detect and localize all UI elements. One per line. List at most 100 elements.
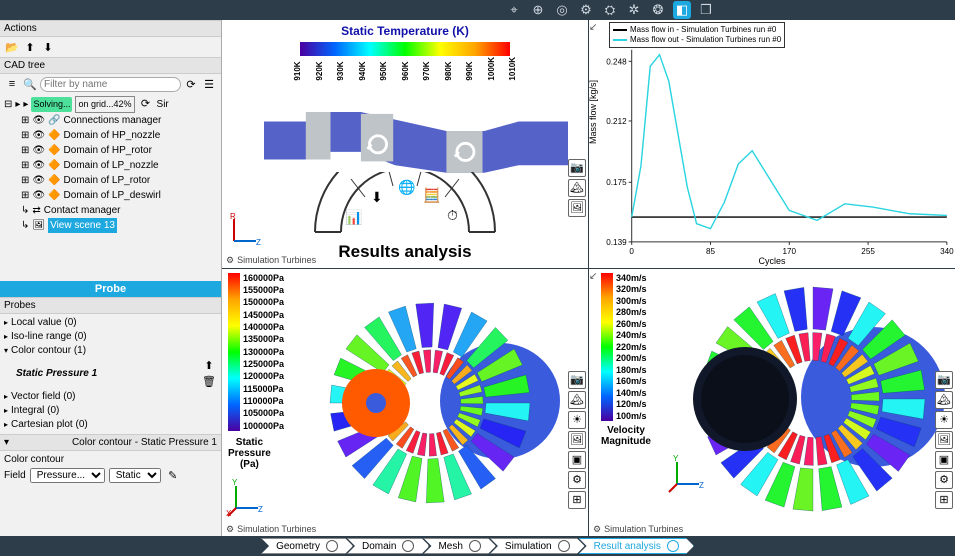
settings-icon[interactable]: ☰: [201, 76, 217, 92]
mountain-icon[interactable]: 🏔: [935, 391, 953, 409]
gear-small-icon[interactable]: ⚙: [226, 524, 234, 535]
chart-xlabel: Cycles: [758, 256, 785, 266]
probe-item-selected[interactable]: Static Pressure 1⬆🗑: [4, 358, 217, 390]
workflow-step-result[interactable]: Result analysis: [579, 538, 694, 554]
view-pressure[interactable]: 160000Pa155000Pa150000Pa145000Pa140000Pa…: [222, 269, 588, 536]
svg-text:340: 340: [940, 247, 954, 256]
workflow-step-mesh[interactable]: Mesh: [423, 538, 495, 554]
tree-item-selected[interactable]: ↳🖼View scene 13: [4, 218, 217, 233]
status-progress: on grid...42%: [75, 96, 134, 113]
view-velocity[interactable]: ↙ 340m/s320m/s300m/s280m/s260m/s240m/s22…: [589, 269, 955, 536]
zoom-icon[interactable]: ⊕: [529, 1, 547, 19]
probe-item[interactable]: ▸Cartesian plot (0): [4, 418, 217, 432]
cad-tree-header: CAD tree: [0, 57, 221, 74]
camera-icon[interactable]: 📷: [568, 159, 586, 177]
list-icon[interactable]: ≡: [4, 76, 20, 92]
probe-header: Probe: [0, 281, 221, 297]
tree-item[interactable]: ↳⇄Contact manager: [4, 203, 217, 218]
svg-text:Z: Z: [256, 238, 261, 247]
actions-header: Actions: [0, 20, 221, 37]
view-temperature[interactable]: Static Temperature (K) 910K920K930K940K9…: [222, 20, 588, 268]
axis-gizmo: RZ: [228, 213, 262, 250]
sun-icon[interactable]: ☀: [568, 411, 586, 429]
picture-icon[interactable]: 🖼: [568, 199, 586, 217]
delete-icon[interactable]: 🗑: [201, 374, 217, 390]
probe-item[interactable]: ▸Integral (0): [4, 404, 217, 418]
refresh-icon[interactable]: ⟳: [183, 76, 199, 92]
field-select-2[interactable]: Static: [109, 468, 161, 483]
svg-text:📊: 📊: [345, 209, 362, 226]
camera-icon[interactable]: 📷: [935, 371, 953, 389]
cursor-icon[interactable]: ⌖: [505, 1, 523, 19]
probe-item[interactable]: ▸Vector field (0): [4, 390, 217, 404]
status-solving: Solving...: [31, 97, 72, 112]
tree-item[interactable]: ⊞👁🔶Domain of LP_nozzle: [4, 158, 217, 173]
view-footer: Simulation Turbines: [237, 255, 316, 265]
gear-small-icon[interactable]: ⚙: [593, 524, 601, 535]
tree-item[interactable]: ⊞👁🔶Domain of LP_rotor: [4, 173, 217, 188]
probe-item[interactable]: ▸Iso-line range (0): [4, 330, 217, 344]
svg-text:255: 255: [861, 247, 875, 256]
gear-small-icon[interactable]: ⚙: [226, 255, 234, 266]
svg-text:⏱: ⏱: [447, 207, 458, 223]
sun-icon[interactable]: ☀: [935, 411, 953, 429]
view-footer: Simulation Turbines: [237, 524, 316, 534]
workflow-step-domain[interactable]: Domain: [347, 538, 429, 554]
tree-item[interactable]: ⊞👁🔶Domain of HP_rotor: [4, 143, 217, 158]
svg-text:Z: Z: [699, 481, 704, 490]
cube-icon[interactable]: ▣: [935, 451, 953, 469]
probes-list: ▸Local value (0) ▸Iso-line range (0) ▾Co…: [0, 314, 221, 434]
view-title: Static Temperature (K): [222, 24, 588, 38]
tree-item[interactable]: ⊞👁🔶Domain of HP_nozzle: [4, 128, 217, 143]
layers-icon[interactable]: ❒: [697, 1, 715, 19]
gears-icon[interactable]: ⛭: [601, 1, 619, 19]
left-panel: Actions 📂 ⬆ ⬇ CAD tree ≡ 🔍 ⟳ ☰ ⊟▸▸ Solvi…: [0, 20, 222, 536]
color-contour-header: ▾ Color contour - Static Pressure 1: [0, 434, 221, 451]
probe-item[interactable]: ▸Local value (0): [4, 316, 217, 330]
filter-input[interactable]: [40, 77, 181, 92]
workflow-step-simulation[interactable]: Simulation: [490, 538, 585, 554]
tree-item[interactable]: ⊞👁🔗Connections manager: [4, 113, 217, 128]
grid-icon[interactable]: ⊞: [935, 491, 953, 509]
mountain-icon[interactable]: 🏔: [568, 391, 586, 409]
picture-icon[interactable]: 🖼: [568, 431, 586, 449]
mountain-icon[interactable]: 🏔: [568, 179, 586, 197]
upload-small-icon[interactable]: ⬆: [201, 358, 217, 374]
gear-icon[interactable]: ⚙: [568, 471, 586, 489]
open-icon[interactable]: 📂: [4, 39, 20, 55]
gear-icon[interactable]: ⚙: [577, 1, 595, 19]
target-icon[interactable]: ◎: [553, 1, 571, 19]
picture-icon[interactable]: 🖼: [935, 431, 953, 449]
axis-gizmo: YZ: [669, 454, 707, 495]
svg-text:0: 0: [629, 247, 634, 256]
probes-subheader: Probes: [0, 297, 221, 314]
upload-icon[interactable]: ⬆: [22, 39, 38, 55]
gear2-icon[interactable]: ✲: [625, 1, 643, 19]
results-mode-icon[interactable]: ◧: [673, 1, 691, 19]
refresh-tree-icon[interactable]: ⟳: [138, 97, 154, 113]
edit-icon[interactable]: ✎: [165, 467, 181, 483]
svg-text:X: X: [226, 509, 232, 518]
cube-icon[interactable]: ▣: [568, 451, 586, 469]
svg-text:⬇: ⬇: [371, 189, 383, 205]
tree-root[interactable]: ⊟▸▸ Solving... on grid...42% ⟳ Sir: [4, 96, 217, 113]
field-select-1[interactable]: Pressure...: [30, 468, 105, 483]
results-dial[interactable]: 📊 ⬇ 🌐 🧮 ⏱: [305, 172, 505, 234]
svg-text:Z: Z: [258, 505, 263, 514]
grid-icon[interactable]: ⊞: [568, 491, 586, 509]
workflow-step-geometry[interactable]: Geometry: [261, 538, 353, 554]
tree-item[interactable]: ⊞👁🔶Domain of LP_deswirl: [4, 188, 217, 203]
svg-text:🧮: 🧮: [423, 187, 440, 204]
download-icon[interactable]: ⬇: [40, 39, 56, 55]
gear3-icon[interactable]: ❂: [649, 1, 667, 19]
chart-ylabel: Mass flow [kg/s]: [589, 80, 598, 144]
temperature-legend: 910K920K930K940K950K960K970K980K990K1000…: [293, 42, 517, 81]
gear-icon[interactable]: ⚙: [935, 471, 953, 489]
camera-icon[interactable]: 📷: [568, 371, 586, 389]
svg-text:0.139: 0.139: [606, 238, 627, 247]
search-icon[interactable]: 🔍: [22, 76, 38, 92]
view-chart[interactable]: ↙ Mass flow in - Simulation Turbines run…: [589, 20, 955, 268]
probe-item[interactable]: ▾Color contour (1): [4, 344, 217, 358]
resize-handle-icon[interactable]: ↙: [589, 271, 597, 282]
svg-text:0.175: 0.175: [606, 178, 627, 187]
